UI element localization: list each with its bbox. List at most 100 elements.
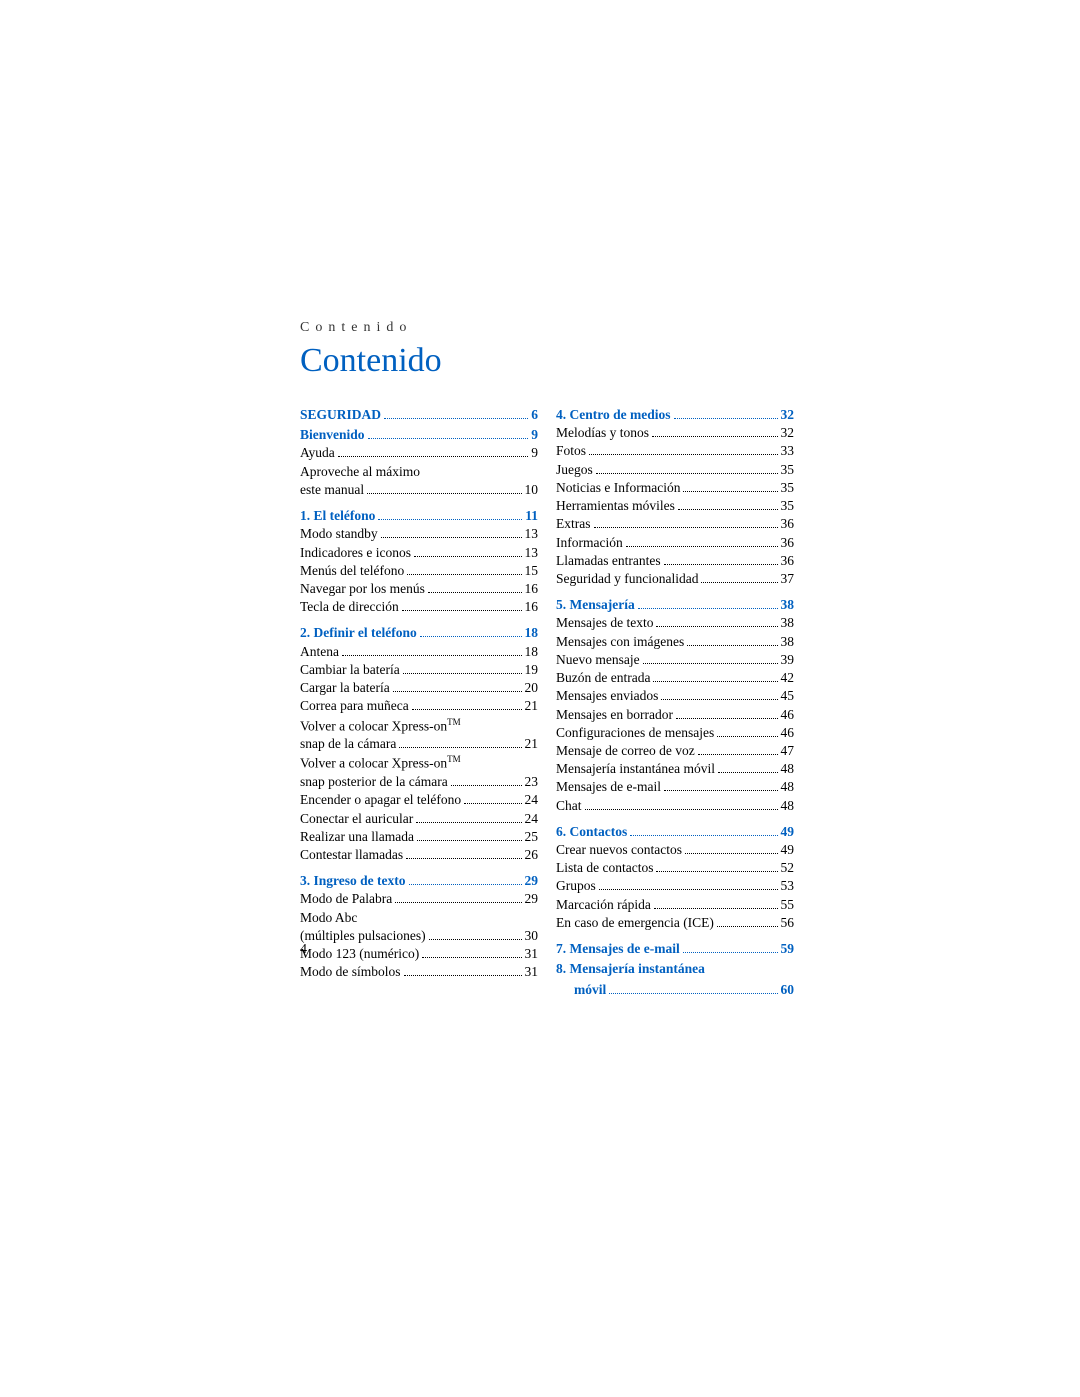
leader-dots	[698, 754, 778, 755]
toc-heading-email[interactable]: 7. Mensajes de e-mail 59	[556, 940, 794, 958]
toc-entry[interactable]: Mensajes de texto 38	[556, 614, 794, 632]
toc-label: Seguridad y funcionalidad	[556, 570, 698, 588]
trademark-tm: TM	[447, 754, 461, 764]
toc-entry[interactable]: Ayuda 9	[300, 444, 538, 462]
toc-label: Conectar el auricular	[300, 810, 413, 828]
toc-entry[interactable]: Correa para muñeca 21	[300, 697, 538, 715]
content-area: Contenido Contenido SEGURIDAD 6 Bienveni…	[300, 320, 800, 999]
toc-label: Lista de contactos	[556, 859, 653, 877]
leader-dots	[596, 473, 778, 474]
toc-entry[interactable]: Grupos 53	[556, 877, 794, 895]
toc-page: 38	[781, 596, 795, 614]
toc-label: Mensajes con imágenes	[556, 633, 684, 651]
leader-dots	[643, 663, 778, 664]
leader-dots	[420, 636, 522, 637]
leader-dots	[652, 436, 778, 437]
toc-entry[interactable]: snap de la cámara 21	[300, 735, 538, 753]
toc-entry[interactable]: Nuevo mensaje 39	[556, 651, 794, 669]
toc-page: 38	[781, 633, 795, 651]
toc-entry[interactable]: Marcación rápida 55	[556, 896, 794, 914]
page-title: Contenido	[300, 342, 800, 380]
leader-dots	[417, 840, 522, 841]
leader-dots	[367, 493, 521, 494]
toc-entry[interactable]: Modo de Palabra 29	[300, 890, 538, 908]
toc-label: este manual	[300, 481, 364, 499]
toc-page: 52	[781, 859, 795, 877]
toc-entry[interactable]: Chat 48	[556, 797, 794, 815]
toc-entry[interactable]: Navegar por los menús 16	[300, 580, 538, 598]
toc-entry[interactable]: Buzón de entrada 42	[556, 669, 794, 687]
toc-heading-bienvenido[interactable]: Bienvenido 9	[300, 426, 538, 444]
toc-page: 10	[525, 481, 539, 499]
toc-heading-seguridad[interactable]: SEGURIDAD 6	[300, 406, 538, 424]
toc-entry[interactable]: Indicadores e iconos 13	[300, 544, 538, 562]
toc-entry[interactable]: En caso de emergencia (ICE) 56	[556, 914, 794, 932]
toc-heading-telefono[interactable]: 1. El teléfono 11	[300, 507, 538, 525]
toc-entry[interactable]: Información 36	[556, 534, 794, 552]
toc-heading-contactos[interactable]: 6. Contactos 49	[556, 823, 794, 841]
toc-entry[interactable]: Realizar una llamada 25	[300, 828, 538, 846]
toc-entry[interactable]: Modo de símbolos 31	[300, 963, 538, 981]
toc-entry[interactable]: snap posterior de la cámara 23	[300, 773, 538, 791]
toc-heading-centro[interactable]: 4. Centro de medios 32	[556, 406, 794, 424]
toc-page: 59	[781, 940, 795, 958]
toc-entry[interactable]: Modo 123 (numérico) 31	[300, 945, 538, 963]
toc-entry[interactable]: Seguridad y funcionalidad 37	[556, 570, 794, 588]
toc-label: Correa para muñeca	[300, 697, 409, 715]
toc-entry[interactable]: Conectar el auricular 24	[300, 810, 538, 828]
toc-page: 39	[781, 651, 795, 669]
leader-dots	[428, 592, 522, 593]
toc-heading-im[interactable]: móvil 60	[556, 981, 794, 999]
toc-entry[interactable]: Menús del teléfono 15	[300, 562, 538, 580]
toc-page: 60	[781, 981, 795, 999]
toc-entry[interactable]: Lista de contactos 52	[556, 859, 794, 877]
toc-entry[interactable]: este manual 10	[300, 481, 538, 499]
toc-label: Información	[556, 534, 623, 552]
toc-entry[interactable]: Cargar la batería 20	[300, 679, 538, 697]
toc-entry[interactable]: Modo standby 13	[300, 525, 538, 543]
toc-label: Mensaje de correo de voz	[556, 742, 695, 760]
toc-entry[interactable]: Herramientas móviles 35	[556, 497, 794, 515]
leader-dots	[381, 537, 522, 538]
toc-entry[interactable]: Mensajería instantánea móvil 48	[556, 760, 794, 778]
toc-entry[interactable]: Contestar llamadas 26	[300, 846, 538, 864]
toc-label: 3. Ingreso de texto	[300, 872, 406, 890]
toc-entry[interactable]: Mensajes con imágenes 38	[556, 633, 794, 651]
toc-heading-definir[interactable]: 2. Definir el teléfono 18	[300, 624, 538, 642]
toc-label: Fotos	[556, 442, 586, 460]
toc-entry[interactable]: Mensajes de e-mail 48	[556, 778, 794, 796]
toc-entry[interactable]: Encender o apagar el teléfono 24	[300, 791, 538, 809]
toc-entry[interactable]: Mensaje de correo de voz 47	[556, 742, 794, 760]
toc-entry-line1: Volver a colocar Xpress-onTM	[300, 753, 538, 773]
leader-dots	[687, 645, 777, 646]
toc-label: Menús del teléfono	[300, 562, 404, 580]
leader-dots	[594, 527, 778, 528]
toc-label-pre: Volver a colocar Xpress-on	[300, 756, 447, 771]
toc-entry[interactable]: Extras 36	[556, 515, 794, 533]
toc-entry[interactable]: Antena 18	[300, 643, 538, 661]
toc-entry[interactable]: Configuraciones de mensajes 46	[556, 724, 794, 742]
toc-entry[interactable]: Mensajes enviados 45	[556, 687, 794, 705]
toc-page: 21	[525, 735, 539, 753]
toc-entry[interactable]: Mensajes en borrador 46	[556, 706, 794, 724]
toc-entry[interactable]: Noticias e Información 35	[556, 479, 794, 497]
toc-page: 26	[525, 846, 539, 864]
toc-entry-line1: Volver a colocar Xpress-onTM	[300, 716, 538, 736]
toc-page: 48	[781, 797, 795, 815]
toc-entry[interactable]: Crear nuevos contactos 49	[556, 841, 794, 859]
toc-heading-mensajeria[interactable]: 5. Mensajería 38	[556, 596, 794, 614]
toc-page: 47	[781, 742, 795, 760]
toc-entry[interactable]: Cambiar la batería 19	[300, 661, 538, 679]
leader-dots	[599, 889, 778, 890]
toc-entry[interactable]: Llamadas entrantes 36	[556, 552, 794, 570]
toc-page: 24	[525, 810, 539, 828]
toc-label: Cambiar la batería	[300, 661, 400, 679]
toc-heading-ingreso[interactable]: 3. Ingreso de texto 29	[300, 872, 538, 890]
toc-label: Melodías y tonos	[556, 424, 649, 442]
toc-entry[interactable]: (múltiples pulsaciones) 30	[300, 927, 538, 945]
toc-entry[interactable]: Tecla de dirección 16	[300, 598, 538, 616]
toc-entry[interactable]: Melodías y tonos 32	[556, 424, 794, 442]
toc-label: Herramientas móviles	[556, 497, 675, 515]
toc-entry[interactable]: Juegos 35	[556, 461, 794, 479]
toc-entry[interactable]: Fotos 33	[556, 442, 794, 460]
